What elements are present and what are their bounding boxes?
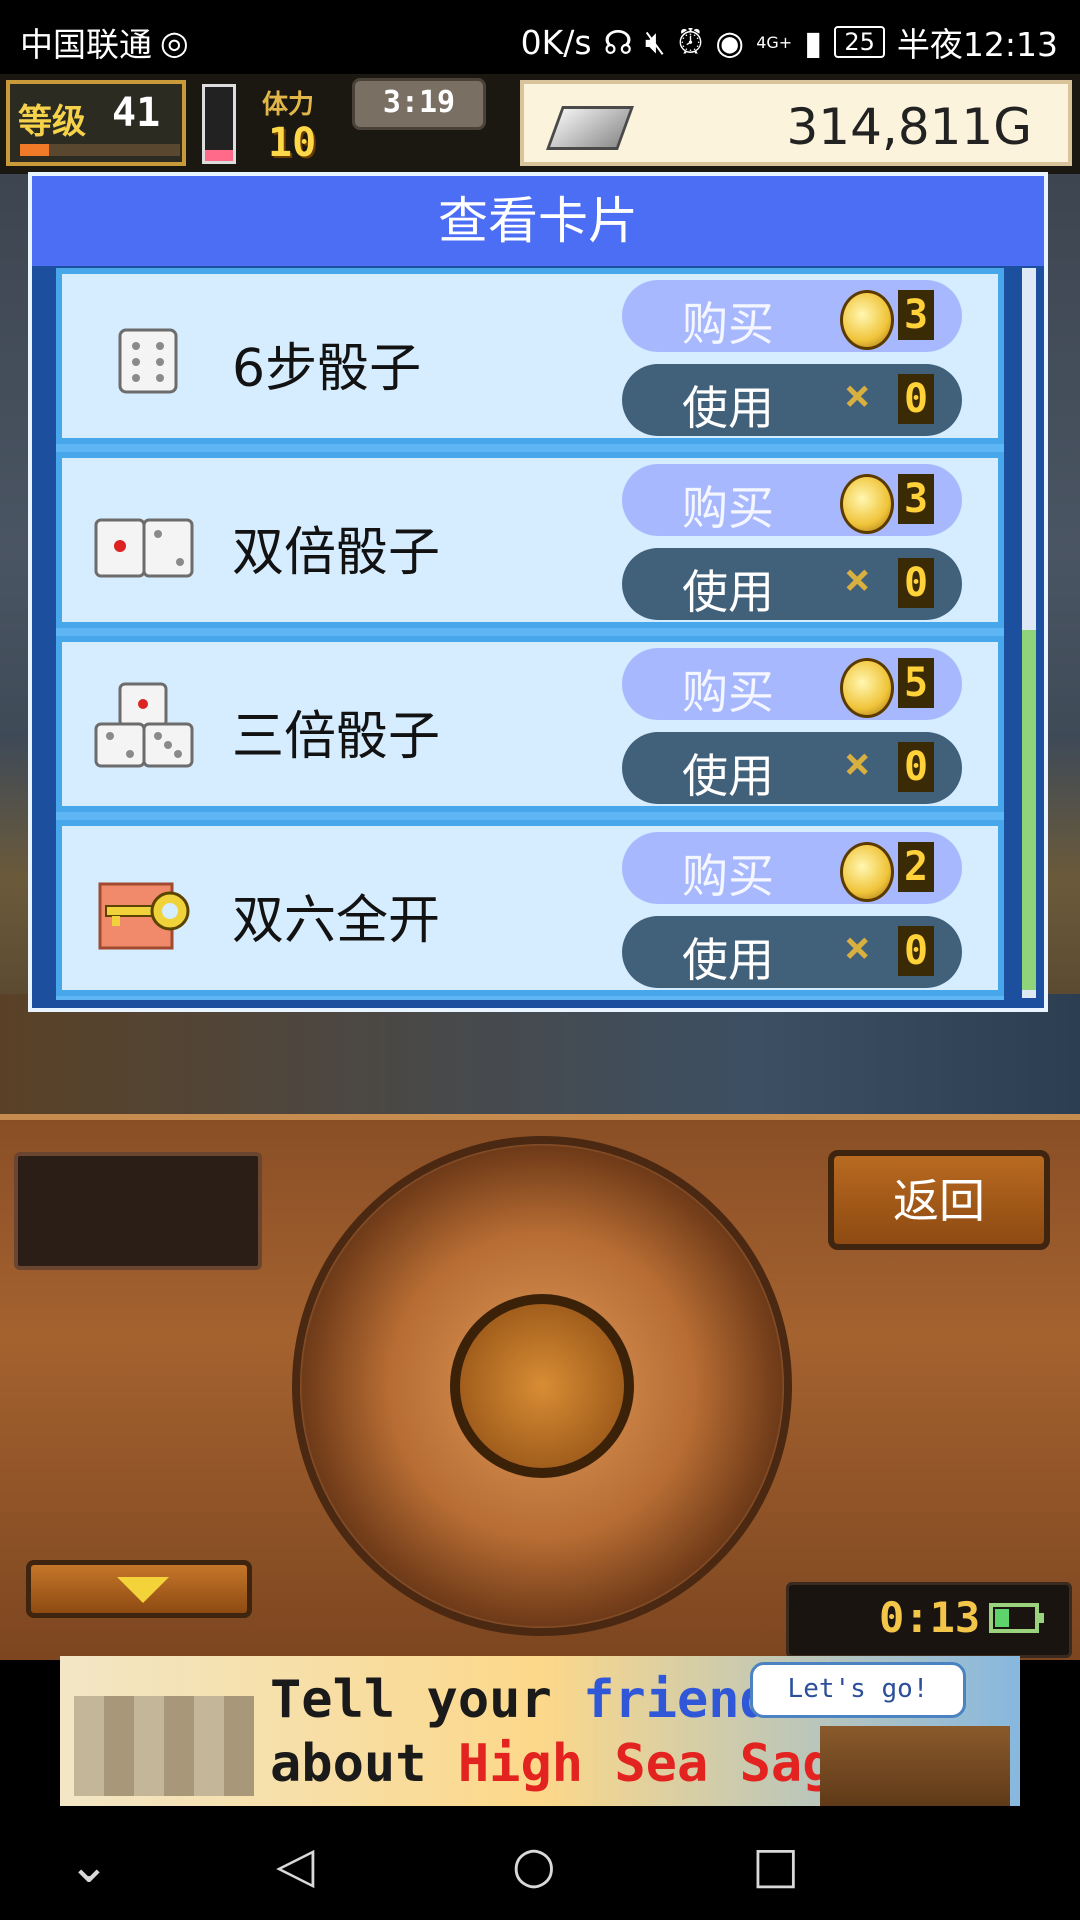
ad-line-2: about High Sea Saga! xyxy=(270,1734,896,1794)
carrier-label: 中国联通 xyxy=(20,25,152,64)
use-button[interactable]: 使用 × 0 xyxy=(622,548,962,620)
level-panel: 等级 41 xyxy=(6,80,186,166)
use-label: 使用 xyxy=(682,749,774,803)
ad-text: Tell your xyxy=(270,1670,584,1730)
owned-count: 0 xyxy=(898,558,934,608)
stamina-label: 体力 xyxy=(262,90,315,120)
buy-button[interactable]: 购买 3 xyxy=(622,280,962,352)
alarm-icon: ⏰︎ xyxy=(677,22,704,61)
times-icon: × xyxy=(844,370,871,421)
ad-castle-art xyxy=(74,1696,254,1796)
coin-icon xyxy=(840,474,894,534)
use-button[interactable]: 使用 × 0 xyxy=(622,732,962,804)
key-icon xyxy=(98,882,190,950)
card-row: 三倍骰子 购买 5 使用 × 0 xyxy=(56,636,1004,812)
mute-icon: 🔇︎ xyxy=(644,22,666,61)
level-label: 等级 xyxy=(18,102,86,142)
gold-value: 314,811G xyxy=(786,98,1032,156)
card-row: 6步骰子 购买 3 使用 × 0 xyxy=(56,268,1004,444)
battery-icon xyxy=(989,1603,1044,1633)
scrollbar[interactable] xyxy=(1022,268,1036,998)
triple-dice-icon xyxy=(94,682,194,768)
double-dice-icon xyxy=(94,518,194,578)
ad-speech-bubble: Let's go! xyxy=(750,1662,966,1718)
card-list[interactable]: 6步骰子 购买 3 使用 × 0 双倍骰子 购买 3 使用 × 0 三倍骰子 购… xyxy=(56,268,1004,1000)
clock: 半夜12:13 xyxy=(896,25,1058,64)
use-button[interactable]: 使用 × 0 xyxy=(622,916,962,988)
buy-button[interactable]: 购买 3 xyxy=(622,464,962,536)
direction-dial[interactable] xyxy=(292,1136,792,1636)
home-nav-icon[interactable]: ○ xyxy=(512,1836,556,1894)
card-row: 双六全开 购买 2 使用 × 0 xyxy=(56,820,1004,996)
times-icon: × xyxy=(844,554,871,605)
owned-count: 0 xyxy=(898,742,934,792)
owned-count: 0 xyxy=(898,374,934,424)
buy-label: 购买 xyxy=(682,481,774,535)
stamina-meter-fill xyxy=(205,149,233,161)
dialog-title: 查看卡片 xyxy=(32,176,1044,266)
card-name: 三倍骰子 xyxy=(232,707,441,767)
ad-line-1: Tell your friends xyxy=(270,1670,802,1730)
net-speed: 0K/s xyxy=(520,22,592,62)
level-value: 41 xyxy=(112,90,161,136)
stamina-timer: 3:19 xyxy=(352,78,486,130)
ad-text: about xyxy=(270,1734,458,1794)
headphones-icon: ☊ xyxy=(603,22,633,62)
coin-cost: 3 xyxy=(898,474,934,524)
signal-icon: ▮ xyxy=(804,22,823,62)
info-screen xyxy=(14,1152,262,1270)
arrow-down-icon xyxy=(117,1577,169,1603)
collapse-button[interactable] xyxy=(26,1560,252,1618)
xp-bar xyxy=(20,144,180,156)
coin-icon xyxy=(840,842,894,902)
dice-six-icon xyxy=(118,328,178,394)
use-button[interactable]: 使用 × 0 xyxy=(622,364,962,436)
back-nav-icon[interactable]: ◁ xyxy=(276,1836,314,1894)
card-name: 双六全开 xyxy=(232,891,441,951)
use-label: 使用 xyxy=(682,933,774,987)
times-icon: × xyxy=(844,738,871,789)
eye-icon: ◉ xyxy=(715,22,745,62)
card-row: 双倍骰子 购买 3 使用 × 0 xyxy=(56,452,1004,628)
coin-icon xyxy=(840,290,894,350)
card-name: 双倍骰子 xyxy=(232,523,441,583)
owned-count: 0 xyxy=(898,926,934,976)
scrollbar-thumb[interactable] xyxy=(1022,630,1036,990)
hotspot-icon: ◎ xyxy=(160,22,189,62)
ad-banner[interactable]: Tell your friends about High Sea Saga! L… xyxy=(60,1656,1020,1806)
coin-icon xyxy=(840,658,894,718)
coin-cost: 3 xyxy=(898,290,934,340)
status-bar: 中国联通 ◎ 0K/s ☊ 🔇︎ ⏰︎ ◉ 4G+ ▮ 25 半夜12:13 xyxy=(0,0,1080,74)
coin-cost: 2 xyxy=(898,842,934,892)
back-button[interactable]: 返回 xyxy=(828,1150,1050,1250)
xp-bar-fill xyxy=(20,144,49,156)
buy-button[interactable]: 购买 5 xyxy=(622,648,962,720)
card-name: 6步骰子 xyxy=(232,339,422,399)
navigation-bar: ⌄ ◁ ○ □ xyxy=(0,1806,1080,1920)
card-dialog: 查看卡片 6步骰子 购买 3 使用 × 0 双倍骰子 购买 3 使用 × 0 三… xyxy=(28,172,1048,1012)
silver-bar-icon xyxy=(545,106,635,150)
use-label: 使用 xyxy=(682,381,774,435)
stamina-meter xyxy=(202,84,236,164)
stamina-value: 10 xyxy=(268,120,317,166)
chevron-down-icon[interactable]: ⌄ xyxy=(68,1836,110,1894)
coin-cost: 5 xyxy=(898,658,934,708)
buy-label: 购买 xyxy=(682,849,774,903)
buy-label: 购买 xyxy=(682,297,774,351)
gold-panel: 314,811G xyxy=(520,80,1072,166)
dial-center-button[interactable] xyxy=(450,1294,634,1478)
use-label: 使用 xyxy=(682,565,774,619)
game-clock: 0:13 xyxy=(879,1593,981,1642)
ad-ship-art xyxy=(820,1726,1010,1806)
buy-label: 购买 xyxy=(682,665,774,719)
network-type: 4G+ xyxy=(756,32,793,52)
recents-nav-icon[interactable]: □ xyxy=(752,1836,799,1894)
times-icon: × xyxy=(844,922,871,973)
battery-indicator: 25 xyxy=(834,26,885,58)
control-panel: 返回 0:13 xyxy=(0,1114,1080,1660)
game-hud: 等级 41 体力 10 3:19 314,811G xyxy=(0,74,1080,174)
buy-button[interactable]: 购买 2 xyxy=(622,832,962,904)
game-clock-panel: 0:13 xyxy=(786,1582,1072,1658)
